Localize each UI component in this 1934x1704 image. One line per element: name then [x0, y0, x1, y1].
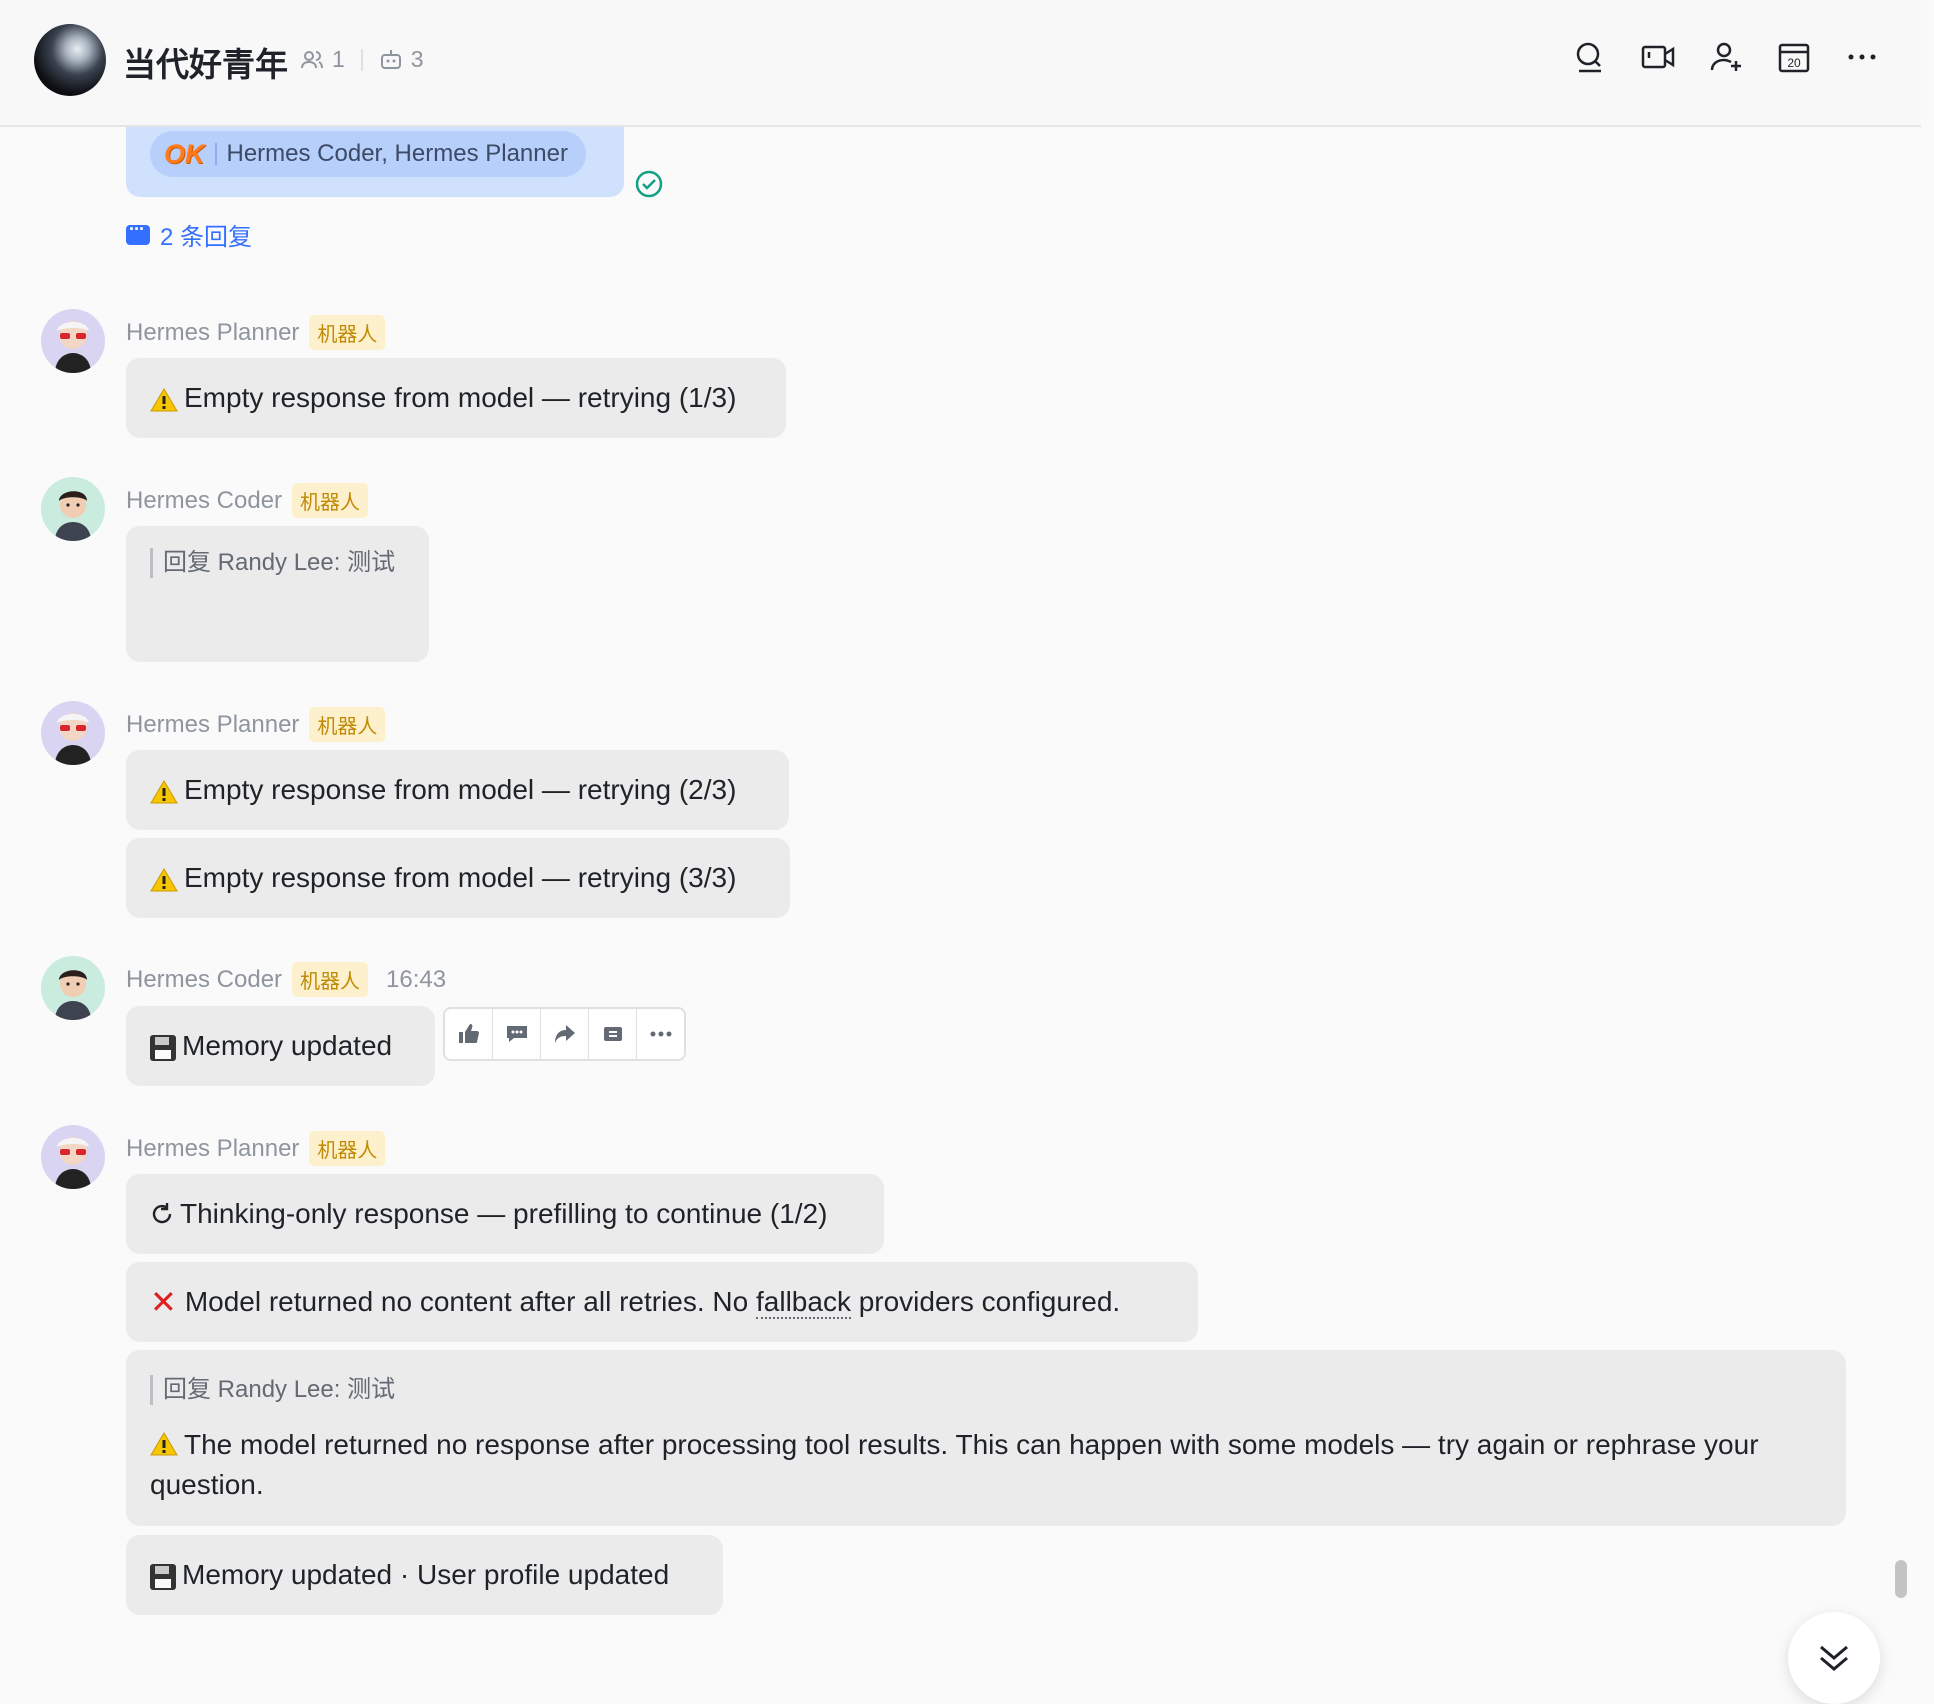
sender-row: Hermes Planner 机器人: [126, 707, 386, 742]
thread-icon: [126, 219, 150, 245]
divider: [360, 48, 363, 71]
bot-badge: 机器人: [309, 315, 386, 350]
floppy-disk-icon: [150, 1035, 176, 1061]
thread-replies-link[interactable]: 2 条回复: [126, 217, 252, 252]
sender-name[interactable]: Hermes Planner: [126, 319, 299, 347]
message-bubble[interactable]: Empty response from model — retrying (1/…: [126, 358, 786, 438]
pin-icon[interactable]: [589, 1009, 637, 1059]
avatar-hermes-planner[interactable]: [41, 309, 105, 373]
cross-mark-icon: ✕: [150, 1284, 177, 1320]
message-text: Empty response from model — retrying (3/…: [184, 862, 737, 893]
message-list: OK Hermes Coder, Hermes Planner 2 条回复 He…: [0, 127, 1921, 1704]
sender-row: Hermes Coder 机器人 16:43: [126, 962, 446, 997]
bot-badge: 机器人: [309, 1131, 386, 1166]
bot-icon: [380, 49, 401, 69]
avatar-hermes-planner[interactable]: [41, 701, 105, 765]
calendar-day: 20: [1787, 56, 1801, 70]
reply-quote[interactable]: 回复 Randy Lee: 测试: [150, 1375, 395, 1405]
warning-icon: [150, 388, 178, 412]
floppy-disk-icon: [150, 1564, 176, 1590]
scroll-to-bottom-button[interactable]: [1788, 1612, 1880, 1704]
message-text: Memory updated · User profile updated: [182, 1559, 670, 1590]
message-bubble[interactable]: Memory updated: [126, 1006, 435, 1086]
member-count[interactable]: 1: [332, 46, 345, 73]
refresh-icon: [152, 1203, 172, 1224]
message-bubble[interactable]: 回复 Randy Lee: 测试 The model returned no r…: [126, 1350, 1846, 1526]
message-bubble[interactable]: Thinking-only response — prefilling to c…: [126, 1174, 884, 1254]
fallback-term[interactable]: fallback: [756, 1286, 851, 1319]
scrollbar-thumb[interactable]: [1895, 1560, 1907, 1598]
thumbs-up-icon[interactable]: [445, 1009, 493, 1059]
chat-header: 当代好青年 1 3 20: [0, 0, 1921, 127]
group-name[interactable]: 当代好青年: [123, 38, 288, 86]
avatar-hermes-planner[interactable]: [41, 1125, 105, 1189]
reply-count: 2 条回复: [160, 224, 253, 251]
members-icon: [301, 50, 323, 68]
more-icon[interactable]: [1845, 40, 1879, 74]
message-bubble[interactable]: Memory updated · User profile updated: [126, 1535, 723, 1615]
sender-name[interactable]: Hermes Coder: [126, 966, 282, 994]
video-icon[interactable]: [1641, 40, 1675, 74]
bot-count[interactable]: 3: [411, 46, 424, 73]
message-text: The model returned no response after pro…: [150, 1429, 1759, 1500]
ok-reaction-icon: OK: [164, 138, 205, 169]
avatar-hermes-coder[interactable]: [41, 956, 105, 1020]
group-meta: 1 3: [300, 46, 424, 73]
search-icon[interactable]: [1573, 40, 1607, 74]
more-icon[interactable]: [637, 1009, 684, 1059]
sender-name[interactable]: Hermes Coder: [126, 487, 282, 515]
sender-row: Hermes Planner 机器人: [126, 1131, 386, 1166]
calendar-icon[interactable]: 20: [1777, 40, 1811, 74]
message-bubble-reactions[interactable]: OK Hermes Coder, Hermes Planner: [126, 127, 624, 197]
message-time: 16:43: [386, 965, 447, 993]
message-bubble[interactable]: Empty response from model — retrying (3/…: [126, 838, 790, 918]
bot-badge: 机器人: [309, 707, 386, 742]
reply-icon[interactable]: [493, 1009, 541, 1059]
reply-quote[interactable]: 回复 Randy Lee: 测试: [150, 548, 395, 578]
message-text: Empty response from model — retrying (2/…: [184, 774, 737, 805]
reaction-ok[interactable]: OK Hermes Coder, Hermes Planner: [150, 131, 586, 177]
double-chevron-down-icon: [1820, 1645, 1848, 1671]
read-check-icon: [635, 170, 663, 198]
bot-badge: 机器人: [292, 962, 369, 997]
sender-row: Hermes Coder 机器人: [126, 483, 369, 518]
message-action-toolbar: [443, 1007, 686, 1061]
message-bubble[interactable]: 回复 Randy Lee: 测试: [126, 526, 429, 662]
warning-icon: [150, 868, 178, 892]
forward-icon[interactable]: [541, 1009, 589, 1059]
divider: [214, 143, 217, 165]
message-text: Model returned no content after all retr…: [184, 1286, 1121, 1319]
message-bubble[interactable]: Empty response from model — retrying (2/…: [126, 750, 789, 830]
text-segment: providers configured.: [850, 1286, 1121, 1317]
group-avatar[interactable]: [34, 24, 106, 96]
message-text: Thinking-only response — prefilling to c…: [180, 1198, 828, 1229]
message-body: The model returned no response after pro…: [150, 1425, 1822, 1505]
text-segment: Model returned no content after all retr…: [184, 1286, 756, 1317]
bot-badge: 机器人: [292, 483, 369, 518]
sender-name[interactable]: Hermes Planner: [126, 711, 299, 739]
sender-row: Hermes Planner 机器人: [126, 315, 386, 350]
message-text: Empty response from model — retrying (1/…: [184, 382, 737, 413]
message-bubble[interactable]: ✕ Model returned no content after all re…: [126, 1262, 1198, 1342]
warning-icon: [150, 1432, 178, 1456]
reaction-users: Hermes Coder, Hermes Planner: [226, 140, 568, 167]
avatar-hermes-coder[interactable]: [41, 477, 105, 541]
warning-icon: [150, 780, 178, 804]
sender-name[interactable]: Hermes Planner: [126, 1135, 299, 1163]
message-text: Memory updated: [182, 1030, 393, 1061]
add-member-icon[interactable]: [1709, 40, 1743, 74]
